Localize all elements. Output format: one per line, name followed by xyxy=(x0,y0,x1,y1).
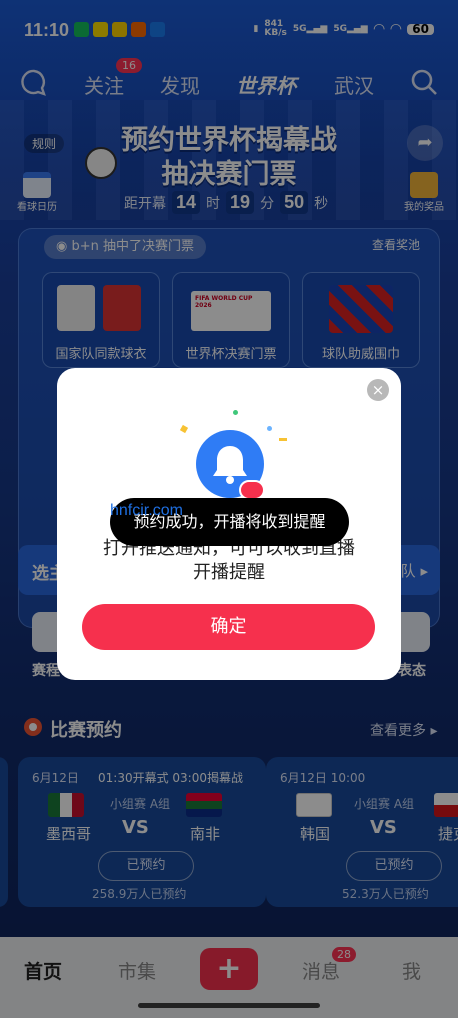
watermark: hnfcir.com xyxy=(110,502,183,519)
confetti-2 xyxy=(233,410,238,415)
close-button[interactable]: × xyxy=(367,379,389,401)
confetti-1 xyxy=(179,424,189,434)
confirm-button[interactable]: 确定 xyxy=(82,604,375,650)
confetti-3 xyxy=(279,438,287,441)
confetti-4 xyxy=(267,426,272,431)
home-indicator[interactable] xyxy=(138,1003,320,1008)
dialog-message-line2: 开播提醒 xyxy=(193,562,265,583)
dots-badge-icon xyxy=(239,480,265,500)
